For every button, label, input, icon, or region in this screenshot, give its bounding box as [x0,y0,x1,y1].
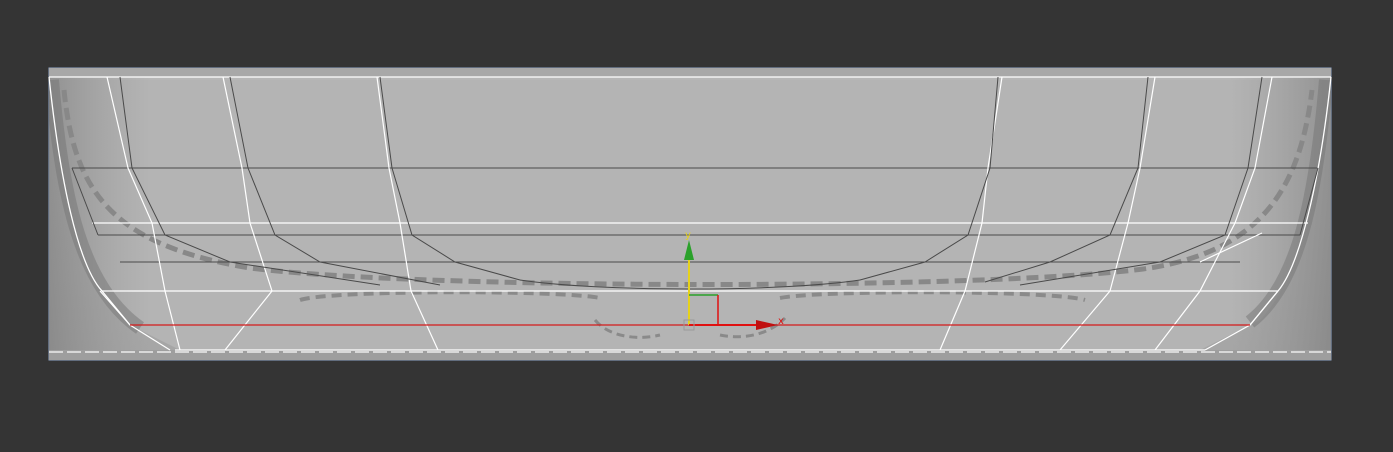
viewport-canvas[interactable]: y x [0,0,1393,452]
gizmo-y-label: y [685,230,691,241]
gizmo-x-label: x [778,316,784,327]
3d-viewport[interactable]: y x [0,0,1393,452]
frame-top-band [49,68,1331,77]
